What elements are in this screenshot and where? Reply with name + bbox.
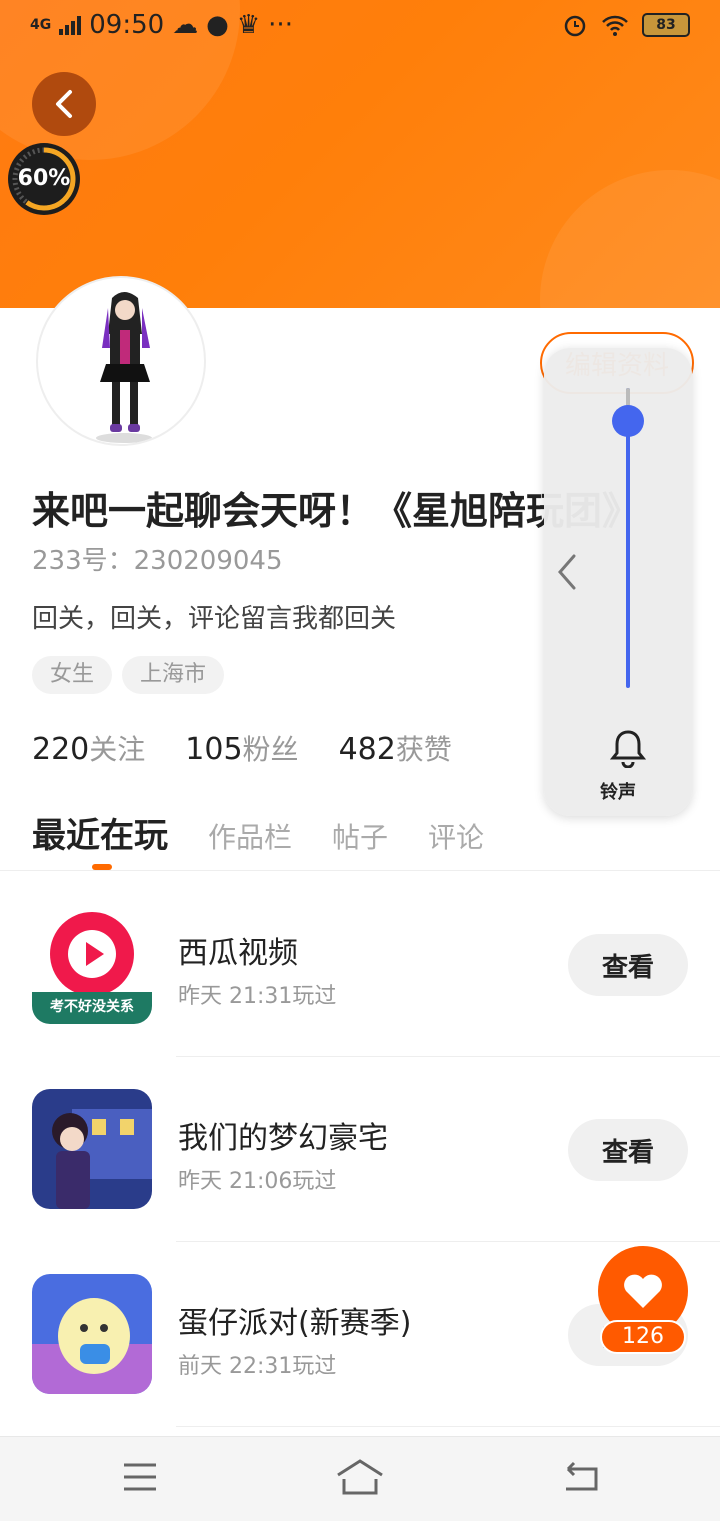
stat-following[interactable]: 220关注 [32, 728, 145, 768]
played-time: 昨天 21:31玩过 [178, 984, 337, 1009]
progress-label: 60% [17, 166, 71, 191]
list-item[interactable]: 考不好没关系 西瓜视频 昨天 21:31玩过 查看 [0, 872, 720, 1057]
stats-row: 220关注 105粉丝 482获赞 [32, 728, 452, 768]
tag-gender: 女生 [32, 656, 113, 694]
eggy-party-icon [32, 1274, 152, 1394]
avatar[interactable] [36, 276, 206, 446]
network-type: 4G [30, 17, 52, 33]
stat-followers[interactable]: 105粉丝 [185, 728, 298, 768]
app-icon: ● [206, 10, 229, 40]
played-time: 前天 22:31玩过 [178, 1354, 337, 1379]
played-time: 昨天 21:06玩过 [178, 1169, 337, 1194]
chevron-left-icon [56, 90, 72, 118]
menu-button[interactable] [122, 1457, 158, 1501]
bell-icon[interactable] [609, 728, 647, 772]
game-name: 西瓜视频 [178, 936, 298, 971]
tab-recently-played[interactable]: 最近在玩 [32, 808, 168, 857]
progress-ring: 60% [8, 143, 80, 215]
game-name: 蛋仔派对(新赛季) [178, 1306, 412, 1341]
game-name: 我们的梦幻豪宅 [178, 1121, 388, 1156]
bio: 回关，回关，评论留言我都回关 [32, 604, 397, 634]
tag-location: 上海市 [122, 656, 225, 694]
chevron-left-icon [558, 554, 576, 590]
volume-label: 铃声 [600, 782, 636, 803]
avatar-character-image [96, 292, 152, 443]
home-icon [337, 1459, 383, 1495]
view-button[interactable]: 查看 [568, 934, 688, 996]
battery-icon: 83 [642, 13, 690, 37]
menu-icon [124, 1463, 156, 1491]
like-count: 126 [600, 1320, 686, 1354]
status-time: 09:50 [89, 10, 165, 40]
system-back-button[interactable] [560, 1457, 600, 1501]
volume-slider-knob[interactable] [612, 405, 644, 437]
tab-comments[interactable]: 评论 [428, 816, 484, 856]
profile-tags: 女生 上海市 [32, 656, 225, 694]
cloud-icon: ☁ [172, 10, 199, 40]
profile-tabs: 最近在玩 作品栏 帖子 评论 [32, 808, 484, 857]
view-button[interactable]: 查看 [568, 1119, 688, 1181]
back-arrow-icon [566, 1461, 598, 1491]
user-id: 233号：230209045 [32, 546, 283, 576]
stat-likes: 482获赞 [338, 732, 452, 767]
collapse-arrow-button[interactable] [554, 552, 580, 596]
alarm-icon [564, 15, 586, 37]
tab-works[interactable]: 作品栏 [208, 816, 292, 856]
system-navigation-bar [0, 1436, 720, 1521]
more-notifications: ··· [268, 10, 293, 40]
tabs-divider [0, 870, 720, 871]
xigua-video-icon: 考不好没关系 [32, 904, 152, 1024]
list-item[interactable]: 我们的梦幻豪宅 昨天 21:06玩过 查看 [0, 1057, 720, 1242]
status-bar: 4G 09:50 ☁ ● ♛ ··· 83 [0, 0, 720, 56]
icon-caption: 考不好没关系 [50, 999, 134, 1015]
wifi-icon [602, 15, 628, 36]
home-button[interactable] [336, 1457, 384, 1501]
ringtone-volume-panel: 铃声 [544, 348, 692, 816]
tab-posts[interactable]: 帖子 [332, 816, 388, 856]
signal-icon [59, 15, 82, 35]
back-button[interactable] [32, 72, 96, 136]
dream-mansion-icon [32, 1089, 152, 1209]
crown-icon: ♛ [236, 10, 261, 40]
